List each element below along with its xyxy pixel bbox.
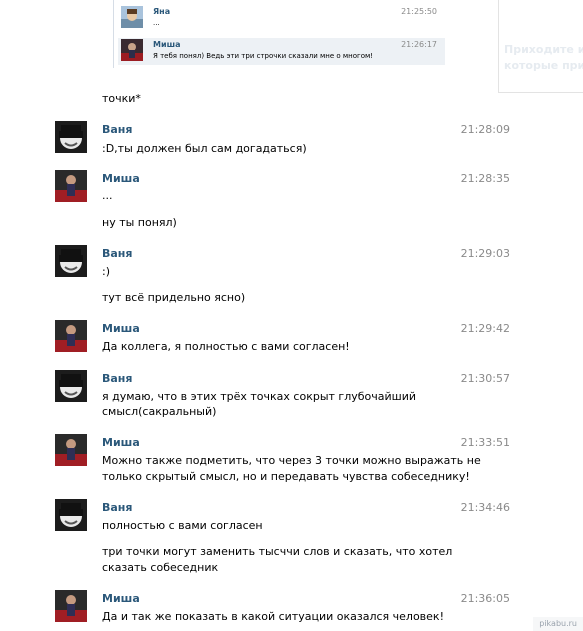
timestamp: 21:28:09 [460,123,510,136]
author-name[interactable]: Ваня [102,372,132,385]
timestamp: 21:29:42 [460,322,510,335]
message-text: ... [102,189,113,202]
timestamp: 21:36:05 [460,592,510,605]
author-name[interactable]: Миша [102,172,140,185]
timestamp: 21:30:57 [460,372,510,385]
forwarded-message: Яна ... 21:25:50 [118,5,445,32]
message-text: полностью с вами согласен [102,519,263,532]
message-text: :) [102,265,110,278]
message-text: Да коллега, я полностью с вами согласен! [102,340,350,353]
author-name[interactable]: Ваня [102,247,132,260]
message-text: смысл(сакральный) [102,405,217,418]
message-text: только скрытый смысл, но и передавать чу… [102,470,470,483]
author-name[interactable]: Ваня [102,123,132,136]
avatar[interactable] [55,434,87,466]
message-text: :D,ты должен был сам догадаться) [102,142,307,155]
message-text: ну ты понял) [102,216,177,229]
timestamp: 21:29:03 [460,247,510,260]
message-text: я думаю, что в этих трёх точках сокрыт г… [102,390,417,403]
message-text: Я тебя понял) Ведь эти три строчки сказа… [153,52,374,60]
author-name[interactable]: Миша [102,322,140,335]
avatar[interactable] [121,6,143,28]
avatar[interactable] [55,170,87,202]
message-text: ... [153,19,160,27]
author-name[interactable]: Ваня [102,501,132,514]
avatar[interactable] [55,245,87,277]
side-ad-text: Приходите и которые при [504,43,583,72]
timestamp: 21:26:17 [401,40,437,49]
avatar[interactable] [55,499,87,531]
author-name[interactable]: Миша [102,592,140,605]
message-text: тут всё придельно ясно) [102,291,246,304]
avatar[interactable] [121,39,143,61]
message-text: сказать собеседник [102,561,219,574]
side-ad-box[interactable]: Приходите и которые при [498,0,583,93]
author-name[interactable]: Яна [153,7,170,16]
author-name[interactable]: Миша [102,436,140,449]
avatar[interactable] [55,121,87,153]
author-name[interactable]: Миша [153,40,180,49]
message-continuation: точки* [102,92,141,105]
forwarded-message: Миша Я тебя понял) Ведь эти три строчки … [118,38,445,65]
timestamp: 21:28:35 [460,172,510,185]
message-text: три точки могут заменить тысччи слов и с… [102,545,453,558]
forwarded-messages: Яна ... 21:25:50 Миша Я тебя понял) Ведь… [113,0,447,68]
avatar[interactable] [55,370,87,402]
watermark: pikabu.ru [539,619,577,628]
avatar[interactable] [55,320,87,352]
message-text: Можно также подметить, что через 3 точки… [102,454,481,467]
timestamp: 21:25:50 [401,7,437,16]
timestamp: 21:34:46 [460,501,510,514]
timestamp: 21:33:51 [460,436,510,449]
avatar[interactable] [55,590,87,622]
message-text: Да и так же показать в какой ситуации ок… [102,610,444,623]
